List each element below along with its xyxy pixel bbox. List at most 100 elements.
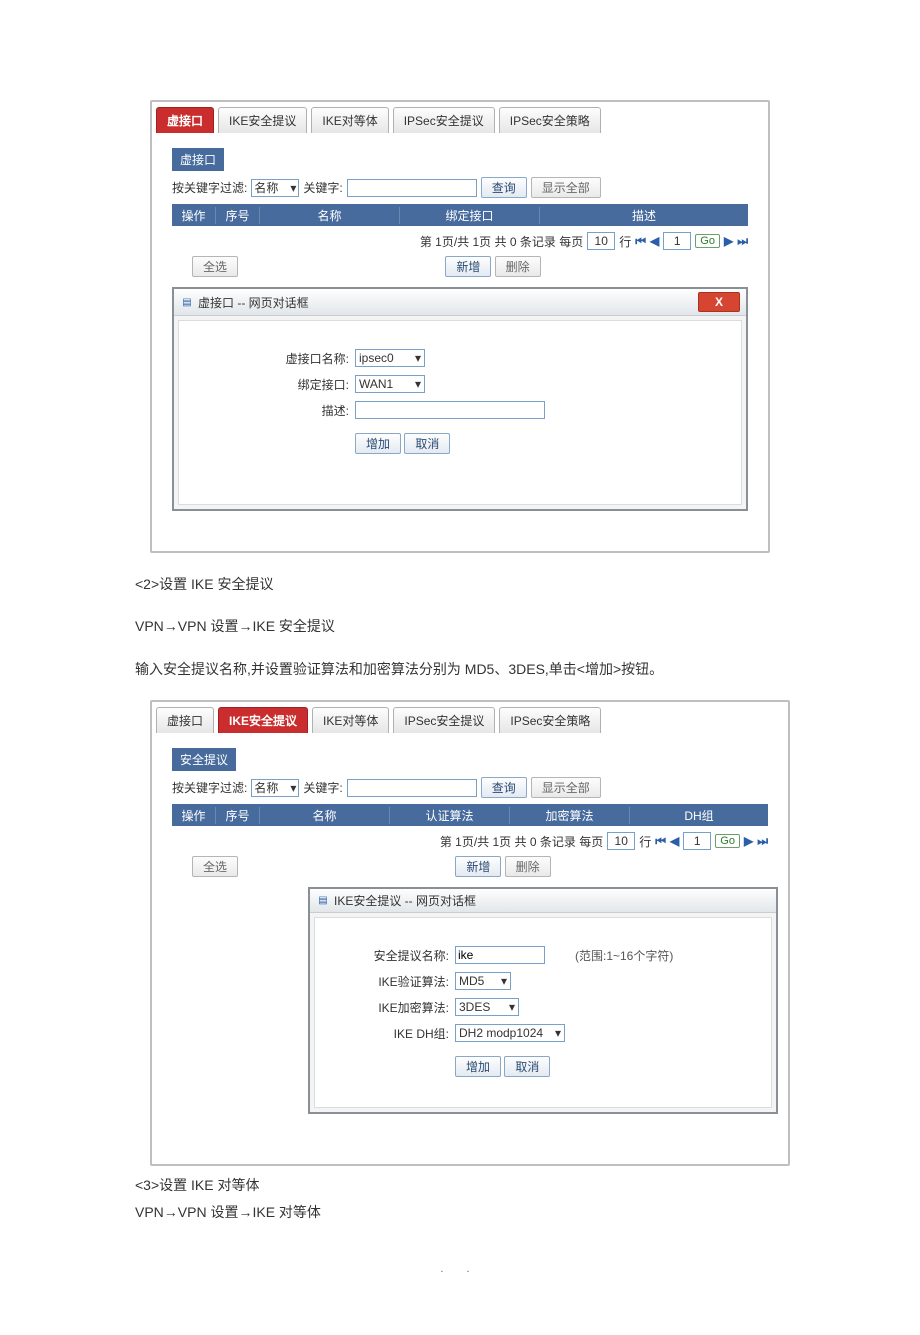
pager-go-button[interactable]: Go <box>695 234 720 248</box>
add-button[interactable]: 新增 <box>445 256 491 277</box>
chevron-down-icon: ▾ <box>501 974 507 988</box>
table-header: 操作 序号 名称 认证算法 加密算法 DH组 <box>172 804 768 826</box>
show-all-button[interactable]: 显示全部 <box>531 177 601 198</box>
section-header: 安全提议 <box>172 748 236 771</box>
pager-first-icon[interactable]: ⏮ <box>655 834 666 849</box>
filter-label: 按关键字过滤: <box>172 179 247 196</box>
select-all-button[interactable]: 全选 <box>192 856 238 877</box>
chevron-down-icon: ▾ <box>555 1026 561 1040</box>
document-icon: ▤ <box>316 894 330 908</box>
col-op: 操作 <box>172 807 216 824</box>
keyword-input[interactable] <box>347 179 477 197</box>
pager-next-icon[interactable]: ▶ <box>744 834 753 848</box>
step2-desc: 输入安全提议名称,并设置验证算法和加密算法分别为 MD5、3DES,单击<增加>… <box>135 658 920 680</box>
chevron-down-icon: ▾ <box>290 781 296 795</box>
tab-virtual-interface[interactable]: 虚接口 <box>156 107 214 133</box>
page-footer: . . <box>0 1263 920 1275</box>
keyword-label: 关键字: <box>303 179 342 196</box>
tab-ipsec-proposal[interactable]: IPSec安全提议 <box>393 107 495 133</box>
tab-ike-proposal[interactable]: IKE安全提议 <box>218 107 307 133</box>
rows-per-page[interactable]: 10 <box>607 832 635 850</box>
dialog-title: 虚接口 -- 网页对话框 <box>198 294 309 311</box>
tab-ike-peer[interactable]: IKE对等体 <box>312 707 389 733</box>
pager: 第 1页/共 1页 共 0 条记录 每页 10 行 ⏮ ◀ 1 Go ▶ ⏭ <box>172 232 748 250</box>
col-idx: 序号 <box>216 807 260 824</box>
filter-select[interactable]: 名称▾ <box>251 179 299 197</box>
label-proposal-name: 安全提议名称: <box>329 947 455 964</box>
rows-per-page[interactable]: 10 <box>587 232 615 250</box>
chevron-down-icon: ▾ <box>509 1000 515 1014</box>
chevron-down-icon: ▾ <box>415 351 421 365</box>
label-desc: 描述: <box>199 402 355 419</box>
tab-ipsec-policy[interactable]: IPSec安全策略 <box>499 707 601 733</box>
dialog-add-button[interactable]: 增加 <box>355 433 401 454</box>
label-vif-name: 虚接口名称: <box>199 350 355 367</box>
select-all-button[interactable]: 全选 <box>192 256 238 277</box>
dialog-cancel-button[interactable]: 取消 <box>404 433 450 454</box>
chevron-down-icon: ▾ <box>290 181 296 195</box>
col-op: 操作 <box>172 207 216 224</box>
col-dh: DH组 <box>630 807 768 824</box>
select-vif-name[interactable]: ipsec0▾ <box>355 349 425 367</box>
tab-ike-peer[interactable]: IKE对等体 <box>311 107 388 133</box>
select-enc[interactable]: 3DES▾ <box>455 998 519 1016</box>
pager-next-icon[interactable]: ▶ <box>724 234 733 248</box>
panel-ike-proposal: 虚接口 IKE安全提议 IKE对等体 IPSec安全提议 IPSec安全策略 安… <box>150 700 790 1166</box>
query-button[interactable]: 查询 <box>481 777 527 798</box>
tab-ipsec-policy[interactable]: IPSec安全策略 <box>499 107 601 133</box>
table-header: 操作 序号 名称 绑定接口 描述 <box>172 204 748 226</box>
dialog-add-button[interactable]: 增加 <box>455 1056 501 1077</box>
keyword-label: 关键字: <box>303 779 342 796</box>
col-name: 名称 <box>260 207 400 224</box>
select-bind-if[interactable]: WAN1▾ <box>355 375 425 393</box>
pager-page-input[interactable]: 1 <box>663 232 691 250</box>
dialog-virtual-interface: ▤ 虚接口 -- 网页对话框 X 虚接口名称: ipsec0▾ 绑定接口: <box>172 287 748 511</box>
section-header: 虚接口 <box>172 148 224 171</box>
tab-bar: 虚接口 IKE安全提议 IKE对等体 IPSec安全提议 IPSec安全策略 <box>152 702 788 732</box>
select-auth[interactable]: MD5▾ <box>455 972 511 990</box>
dialog-cancel-button[interactable]: 取消 <box>504 1056 550 1077</box>
label-auth: IKE验证算法: <box>329 973 455 990</box>
delete-button[interactable]: 删除 <box>505 856 551 877</box>
pager-rows-unit: 行 <box>639 833 651 850</box>
label-bind-if: 绑定接口: <box>199 376 355 393</box>
pager-first-icon[interactable]: ⏮ <box>635 234 646 249</box>
pager-rows-unit: 行 <box>619 233 631 250</box>
col-desc: 描述 <box>540 207 748 224</box>
tab-bar: 虚接口 IKE安全提议 IKE对等体 IPSec安全提议 IPSec安全策略 <box>152 102 768 132</box>
col-auth: 认证算法 <box>390 807 510 824</box>
delete-button[interactable]: 删除 <box>495 256 541 277</box>
panel-virtual-interface: 虚接口 IKE安全提议 IKE对等体 IPSec安全提议 IPSec安全策略 虚… <box>150 100 770 553</box>
pager-go-button[interactable]: Go <box>715 834 740 848</box>
pager-text: 第 1页/共 1页 共 0 条记录 每页 <box>420 233 583 250</box>
pager-text: 第 1页/共 1页 共 0 条记录 每页 <box>440 833 603 850</box>
pager-prev-icon[interactable]: ◀ <box>670 834 679 848</box>
tab-virtual-interface[interactable]: 虚接口 <box>156 707 214 733</box>
pager-last-icon[interactable]: ⏭ <box>737 234 748 249</box>
show-all-button[interactable]: 显示全部 <box>531 777 601 798</box>
tab-ike-proposal[interactable]: IKE安全提议 <box>218 707 308 733</box>
pager-last-icon[interactable]: ⏭ <box>757 834 768 849</box>
tab-ipsec-proposal[interactable]: IPSec安全提议 <box>393 707 495 733</box>
step2-path: VPN→VPN 设置→IKE 安全提议 <box>135 615 920 637</box>
dialog-close-button[interactable]: X <box>698 292 740 312</box>
query-button[interactable]: 查询 <box>481 177 527 198</box>
label-enc: IKE加密算法: <box>329 999 455 1016</box>
input-proposal-name[interactable] <box>455 946 545 964</box>
filter-label: 按关键字过滤: <box>172 779 247 796</box>
col-enc: 加密算法 <box>510 807 630 824</box>
filter-select[interactable]: 名称▾ <box>251 779 299 797</box>
document-icon: ▤ <box>180 295 194 309</box>
keyword-input[interactable] <box>347 779 477 797</box>
pager-prev-icon[interactable]: ◀ <box>650 234 659 248</box>
step3-title: <3>设置 IKE 对等体 <box>135 1174 920 1196</box>
step3-path: VPN→VPN 设置→IKE 对等体 <box>135 1201 920 1223</box>
col-bind: 绑定接口 <box>400 207 540 224</box>
chevron-down-icon: ▾ <box>415 377 421 391</box>
add-button[interactable]: 新增 <box>455 856 501 877</box>
select-dh[interactable]: DH2 modp1024▾ <box>455 1024 565 1042</box>
pager-page-input[interactable]: 1 <box>683 832 711 850</box>
input-desc[interactable] <box>355 401 545 419</box>
step2-title: <2>设置 IKE 安全提议 <box>135 573 920 595</box>
dialog-ike-proposal: ▤ IKE安全提议 -- 网页对话框 安全提议名称: (范围:1~16个字符) … <box>308 887 778 1114</box>
